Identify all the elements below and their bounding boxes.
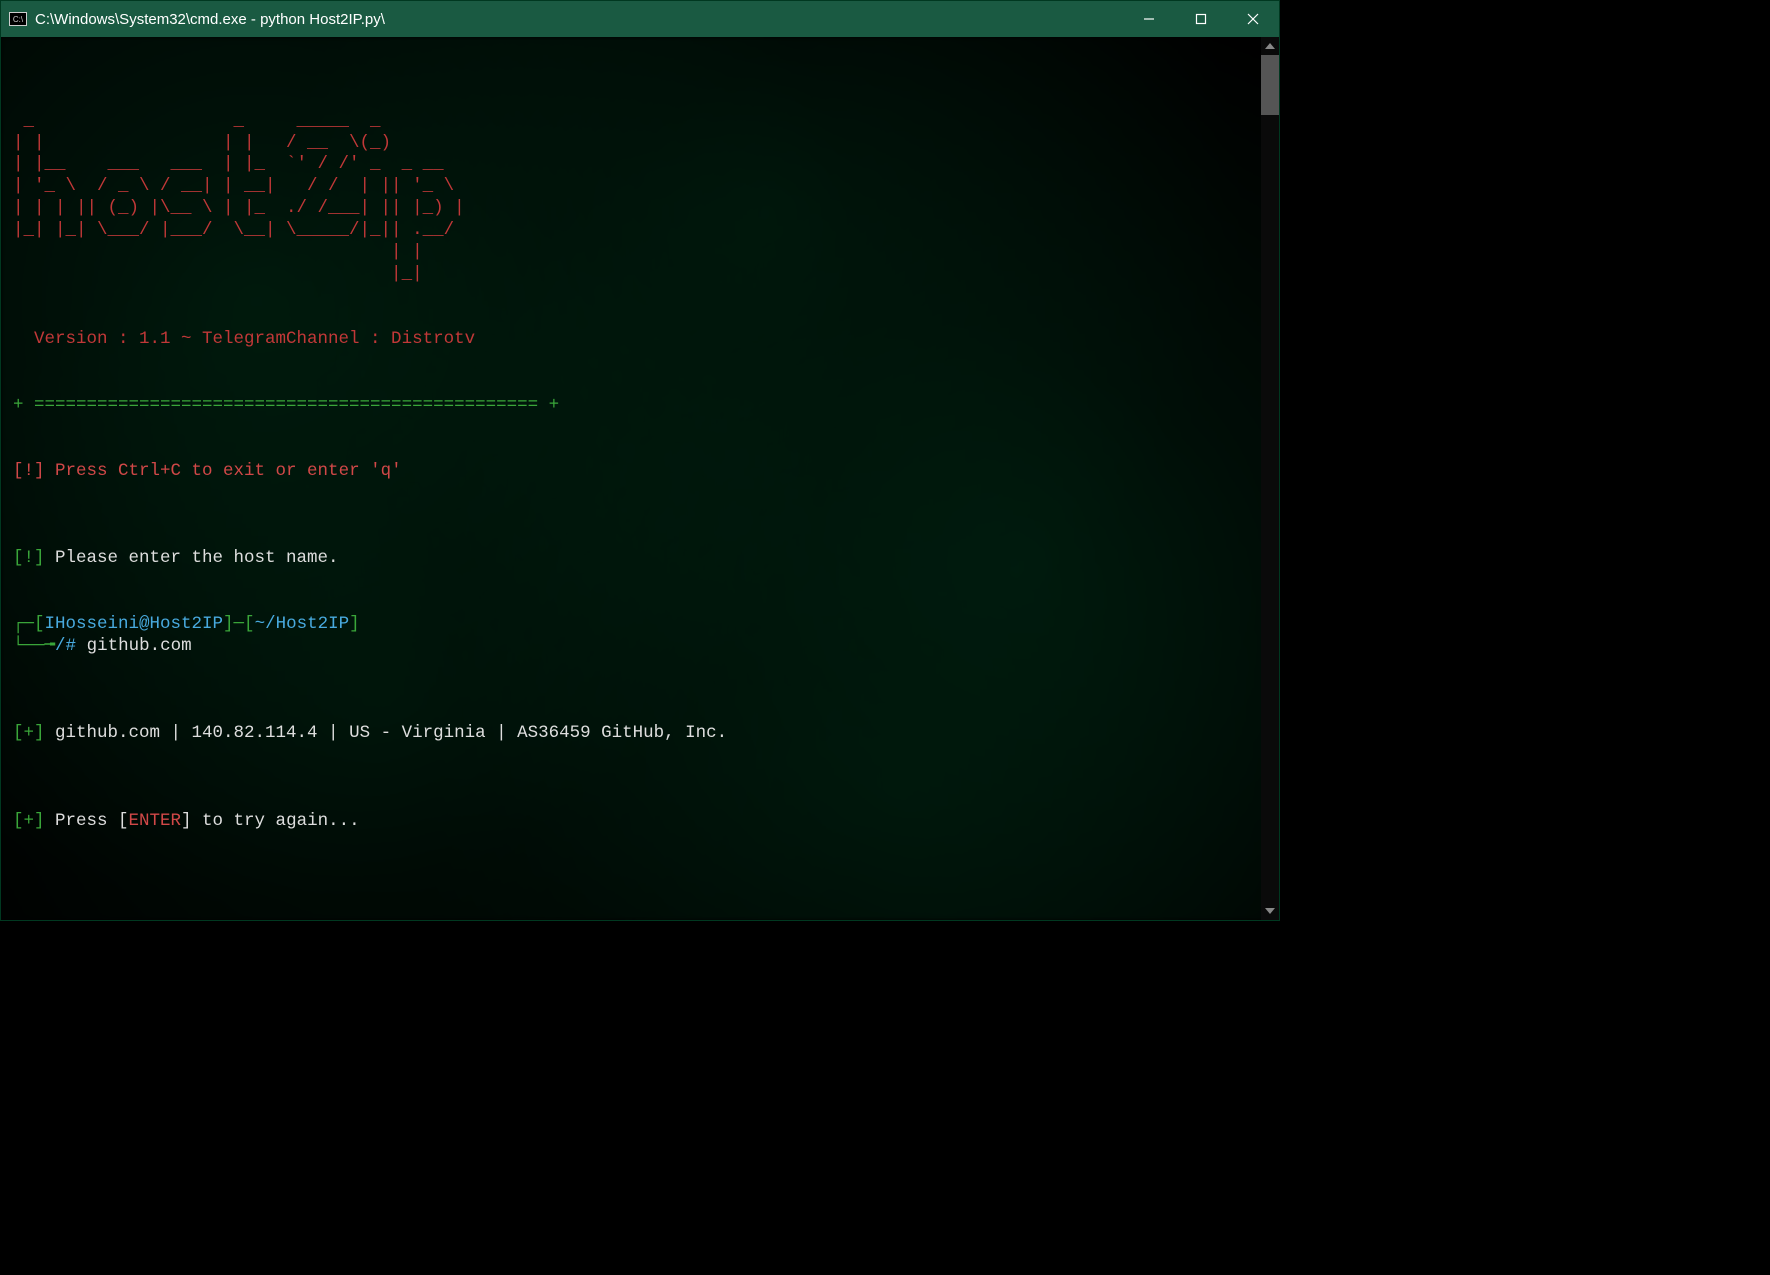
ps-userhost: IHosseini@Host2IP bbox=[45, 614, 224, 634]
ascii-banner: _ _ _____ _ | | | | / __ \(_) | |__ ___ … bbox=[13, 111, 465, 284]
cmd-window: C:\ C:\Windows\System32\cmd.exe - python… bbox=[0, 0, 1280, 921]
ps-l1-close: ] bbox=[349, 614, 360, 634]
ps-hash: /# bbox=[55, 636, 76, 656]
user-input: github.com bbox=[76, 636, 192, 656]
titlebar[interactable]: C:\ C:\Windows\System32\cmd.exe - python… bbox=[1, 1, 1279, 37]
ps-l1-open: ┌─[ bbox=[13, 614, 45, 634]
prompt-text: Please enter the host name. bbox=[45, 548, 339, 568]
close-button[interactable] bbox=[1227, 1, 1279, 37]
scroll-thumb[interactable] bbox=[1261, 55, 1279, 115]
minimize-button[interactable] bbox=[1123, 1, 1175, 37]
retry-after: ] to try again... bbox=[181, 811, 360, 831]
terminal-area[interactable]: _ _ _____ _ | | | | / __ \(_) | |__ ___ … bbox=[1, 37, 1279, 920]
result-prefix: [+] bbox=[13, 723, 45, 743]
separator-line: + ======================================… bbox=[13, 395, 559, 415]
ps-l1-mid: ]─[ bbox=[223, 614, 255, 634]
version-info: Version : 1.1 ~ TelegramChannel : Distro… bbox=[13, 329, 475, 349]
exit-prefix: [!] bbox=[13, 461, 45, 481]
prompt-prefix: [!] bbox=[13, 548, 45, 568]
scroll-down-icon[interactable] bbox=[1261, 902, 1279, 920]
maximize-button[interactable] bbox=[1175, 1, 1227, 37]
scroll-up-icon[interactable] bbox=[1261, 37, 1279, 55]
retry-enter: ENTER bbox=[129, 811, 182, 831]
window-controls bbox=[1123, 1, 1279, 37]
ps-path: ~/Host2IP bbox=[255, 614, 350, 634]
exit-text: Press Ctrl+C to exit or enter 'q' bbox=[45, 461, 402, 481]
cmd-icon: C:\ bbox=[9, 12, 27, 26]
retry-before: Press [ bbox=[45, 811, 129, 831]
result-text: github.com | 140.82.114.4 | US - Virgini… bbox=[45, 723, 728, 743]
terminal-output: _ _ _____ _ | | | | / __ \(_) | |__ ___ … bbox=[1, 37, 1279, 841]
scrollbar[interactable] bbox=[1261, 37, 1279, 920]
window-title: C:\Windows\System32\cmd.exe - python Hos… bbox=[35, 11, 385, 28]
ps-l2-open: └──╼ bbox=[13, 636, 55, 656]
retry-prefix: [+] bbox=[13, 811, 45, 831]
